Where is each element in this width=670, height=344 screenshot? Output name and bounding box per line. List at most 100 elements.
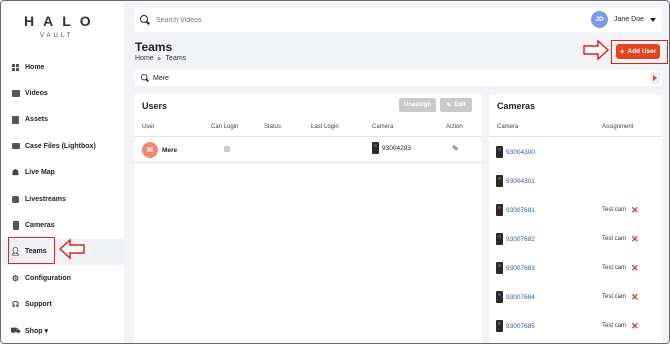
stream-icon — [11, 195, 20, 204]
assignment-label: Test cam — [602, 294, 627, 300]
sidebar: HALO VAULT Home Videos Assets Case Files… — [2, 2, 124, 343]
camera-icon — [11, 221, 20, 231]
assignment: Test cam ✕ — [602, 293, 639, 302]
col-last-login[interactable]: Last Login — [311, 124, 339, 130]
sidebar-item-live-map[interactable]: ☗ Live Map — [2, 160, 124, 186]
grid-icon — [11, 63, 20, 72]
users-title: Users — [142, 101, 168, 111]
app-window: HALO VAULT Home Videos Assets Case Files… — [0, 0, 670, 344]
sidebar-item-label: Case Files (Lightbox) — [25, 142, 96, 150]
col-camera[interactable]: Camera — [372, 124, 393, 130]
edit-button[interactable]: ✎ Edit — [440, 98, 472, 112]
divider — [134, 136, 482, 137]
breadcrumb-home[interactable]: Home — [135, 55, 154, 62]
sidebar-item-shop[interactable]: ⛟ Shop ▾ — [2, 318, 124, 343]
assignment-label: Test cam — [602, 265, 627, 271]
camera-id: 93007684 — [506, 293, 535, 301]
assignment: Test cam ✕ — [602, 322, 639, 331]
list-item[interactable]: 93007685 Test cam ✕ — [489, 312, 662, 341]
user-name: Jane Doe — [614, 16, 644, 23]
sidebar-item-configuration[interactable]: ⚙ Configuration — [2, 265, 124, 291]
camera-link[interactable]: 93007685 — [496, 320, 535, 332]
camera-link[interactable]: 93007681 — [496, 204, 535, 216]
edit-label: Edit — [454, 102, 466, 108]
remove-icon[interactable]: ✕ — [631, 206, 639, 215]
list-item[interactable]: 93007684 Test cam ✕ — [489, 283, 662, 312]
sidebar-item-support[interactable]: ☊ Support — [2, 292, 124, 318]
team-selector[interactable]: Mere — [134, 70, 662, 86]
users-panel: Users Unassign ✎ Edit User Can Login Sta… — [134, 94, 482, 343]
sidebar-item-livestreams[interactable]: Livestreams — [2, 186, 124, 212]
can-login-checkbox[interactable] — [224, 146, 230, 152]
sidebar-item-label: Support — [25, 301, 52, 309]
remove-icon[interactable]: ✕ — [631, 264, 639, 273]
camera-thumbnail-icon — [496, 320, 503, 332]
logo-wordmark: HALO — [24, 13, 100, 29]
camera-thumbnail-icon — [496, 204, 503, 216]
top-search-bar: JD Jane Doe — [134, 8, 662, 32]
table-row[interactable]: M Mere 93004293 ✎ — [134, 139, 482, 161]
halo-vault-logo[interactable]: HALO VAULT — [2, 10, 124, 44]
avatar: JD — [591, 11, 609, 28]
expand-arrow-button[interactable] — [650, 72, 660, 84]
col-assignment[interactable]: Assignment — [602, 124, 633, 130]
list-item[interactable]: 93004301 — [489, 167, 662, 196]
sidebar-item-videos[interactable]: Videos — [2, 80, 124, 106]
camera-thumbnail-icon — [496, 262, 503, 274]
camera-link[interactable]: 93007684 — [496, 291, 535, 303]
divider — [489, 136, 662, 137]
remove-icon[interactable]: ✕ — [631, 235, 639, 244]
map-icon: ☗ — [11, 168, 20, 178]
list-item[interactable]: 93004300 — [489, 138, 662, 167]
sidebar-nav: Home Videos Assets Case Files (Lightbox)… — [2, 54, 124, 343]
camera-id: 93004293 — [382, 144, 411, 152]
remove-icon[interactable]: ✕ — [631, 293, 639, 302]
sidebar-item-label: Livestreams — [25, 195, 66, 203]
camera-id: 93007683 — [506, 264, 535, 272]
annotation-highlight-teams — [8, 237, 55, 264]
sidebar-item-home[interactable]: Home — [2, 54, 124, 80]
col-action[interactable]: Action — [446, 124, 463, 130]
camera-link[interactable]: 93004301 — [496, 175, 535, 187]
annotation-highlight-add-user — [611, 40, 668, 64]
sidebar-item-label: Configuration — [25, 274, 71, 282]
sidebar-item-label: Assets — [25, 116, 48, 124]
remove-icon[interactable]: ✕ — [631, 322, 639, 331]
cameras-panel: Cameras Camera Assignment 93004300 93004… — [489, 94, 662, 343]
col-user[interactable]: User — [142, 124, 155, 130]
col-status[interactable]: Status — [264, 124, 281, 130]
breadcrumb-current: Teams — [165, 55, 187, 62]
asset-icon — [11, 115, 20, 124]
search-icon — [141, 74, 149, 82]
sidebar-item-cameras[interactable]: Cameras — [2, 212, 124, 238]
sidebar-item-case-files[interactable]: Case Files (Lightbox) — [2, 133, 124, 159]
col-can-login[interactable]: Can Login — [211, 124, 238, 130]
camera-id: 93004301 — [506, 177, 535, 185]
video-icon — [11, 89, 20, 98]
list-item[interactable]: 93007682 Test cam ✕ — [489, 225, 662, 254]
divider — [134, 162, 482, 163]
assignment-label: Test cam — [602, 207, 627, 213]
camera-link[interactable]: 93004300 — [496, 146, 535, 158]
camera-link[interactable]: 93007683 — [496, 262, 535, 274]
camera-link[interactable]: 93007682 — [496, 233, 535, 245]
team-name: Mere — [153, 74, 169, 82]
pencil-icon: ✎ — [446, 102, 452, 109]
sidebar-item-label: Cameras — [25, 222, 55, 230]
assignment: Test cam ✕ — [602, 235, 639, 244]
camera-id: 93007682 — [506, 235, 535, 243]
user-camera: 93004293 — [372, 142, 411, 154]
sidebar-item-label: Videos — [25, 90, 48, 98]
headset-icon: ☊ — [11, 300, 20, 310]
cameras-title: Cameras — [497, 101, 536, 111]
user-menu[interactable]: JD Jane Doe — [591, 11, 656, 28]
list-item[interactable]: 93007681 Test cam ✕ — [489, 196, 662, 225]
annotation-arrow-left-icon — [58, 238, 85, 260]
assignment-label: Test cam — [602, 323, 627, 329]
search-input[interactable] — [156, 16, 516, 24]
unassign-button[interactable]: Unassign — [399, 98, 436, 112]
col-camera[interactable]: Camera — [497, 124, 518, 130]
list-item[interactable]: 93007683 Test cam ✕ — [489, 254, 662, 283]
sidebar-item-assets[interactable]: Assets — [2, 107, 124, 133]
edit-icon[interactable]: ✎ — [452, 144, 459, 153]
